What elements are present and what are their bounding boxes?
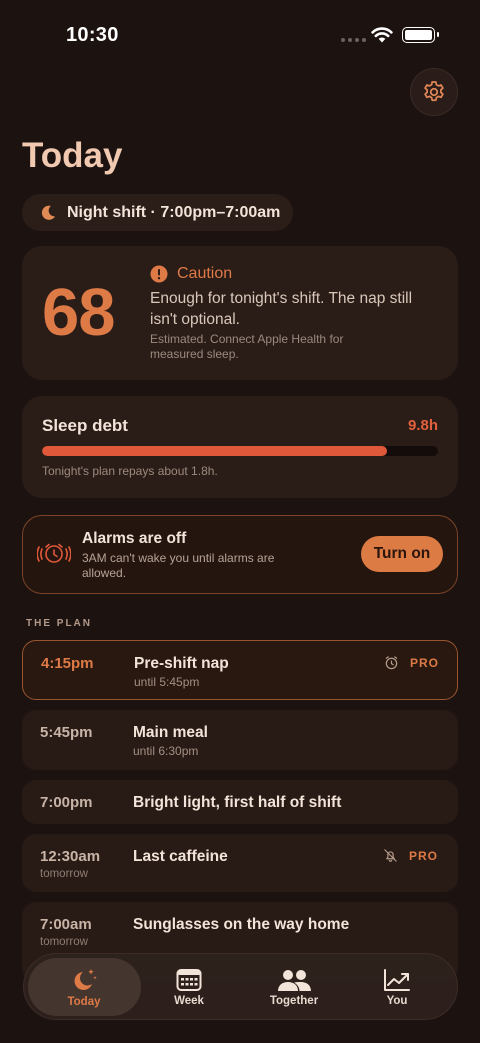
readiness-score: 68 (42, 275, 116, 350)
shift-label: Night shift · 7:00pm–7:00am (67, 203, 281, 221)
plan-item-day: tomorrow (40, 868, 88, 880)
plan-item-until: until 6:30pm (133, 744, 199, 758)
settings-button[interactable] (410, 68, 458, 116)
readiness-note: Estimated. Connect Apple Health for meas… (150, 332, 344, 361)
plan-item-title: Sunglasses on the way home (133, 916, 350, 933)
sleep-debt-value: 9.8h (407, 417, 438, 434)
plan-item-title: Pre-shift nap (134, 655, 229, 672)
moon-stars-icon (74, 969, 97, 990)
plan-item-main-meal[interactable]: 5:45pm Main meal until 6:30pm (22, 710, 458, 770)
trend-chart-icon (384, 969, 410, 991)
pro-badge: PRO (409, 849, 439, 863)
turn-on-alarms-button[interactable]: Turn on (361, 536, 443, 572)
warning-icon (150, 265, 168, 283)
tab-label: You (386, 995, 408, 1007)
plan-item-time: 4:15pm (41, 655, 94, 672)
plan-item-time: 5:45pm (40, 724, 93, 741)
wifi-icon (371, 27, 393, 43)
alarms-off-banner: Alarms are off 3AM can't wake you until … (22, 515, 458, 594)
plan-item-title: Main meal (133, 724, 208, 741)
gear-icon (424, 81, 444, 102)
readiness-message: Enough for tonight's shift. The nap stil… (150, 290, 413, 328)
alarm-clock-icon (385, 656, 398, 670)
shift-pill[interactable]: Night shift · 7:00pm–7:00am (22, 194, 293, 231)
alarms-off-description: 3AM can't wake you until alarms are allo… (82, 551, 275, 580)
plan-item-title: Last caffeine (133, 848, 228, 865)
tab-label: Today (67, 996, 101, 1008)
cellular-signal-icon (341, 38, 366, 42)
tab-week[interactable]: Week (137, 954, 241, 1021)
plan-item-time: 12:30am (40, 848, 101, 865)
tab-today[interactable]: Today (32, 954, 136, 1021)
sleep-debt-bar (42, 446, 438, 456)
status-time: 10:30 (66, 24, 119, 46)
plan-section-label: THE PLAN (26, 618, 92, 629)
tab-together[interactable]: Together (242, 954, 346, 1021)
plan-item-day: tomorrow (40, 936, 88, 948)
pro-badge: PRO (410, 656, 440, 670)
moon-icon (41, 205, 56, 220)
sleep-debt-note: Tonight's plan repays about 1.8h. (42, 464, 218, 478)
battery-icon (402, 27, 439, 43)
plan-item-title: Bright light, first half of shift (133, 794, 342, 811)
status-bar: 10:30 (0, 0, 480, 70)
plan-item-time: 7:00pm (40, 794, 93, 811)
plan-item-pre-shift-nap[interactable]: 4:15pm Pre-shift nap until 5:45pm PRO (22, 640, 458, 700)
caution-status: Caution (150, 265, 232, 283)
alarm-ringing-icon (37, 543, 71, 563)
tab-label: Week (174, 995, 204, 1007)
bell-off-icon (384, 849, 397, 862)
plan-item-last-caffeine[interactable]: 12:30am tomorrow Last caffeine PRO (22, 834, 458, 892)
plan-item-until: until 5:45pm (134, 675, 200, 689)
caution-label: Caution (177, 265, 233, 282)
sleep-debt-title: Sleep debt (42, 416, 128, 435)
page-title: Today (22, 136, 123, 175)
readiness-card[interactable]: 68 Caution Enough for tonight's shift. T… (22, 246, 458, 380)
alarms-off-title: Alarms are off (82, 530, 187, 547)
tab-bar: Today Week Together You (23, 953, 458, 1020)
sleep-debt-bar-fill (42, 446, 387, 456)
people-icon (278, 970, 311, 991)
plan-item-bright-light[interactable]: 7:00pm Bright light, first half of shift (22, 780, 458, 824)
tab-you[interactable]: You (345, 954, 449, 1021)
calendar-icon (176, 969, 202, 991)
tab-label: Together (269, 995, 319, 1007)
sleep-debt-card[interactable]: Sleep debt 9.8h Tonight's plan repays ab… (22, 396, 458, 498)
plan-item-time: 7:00am (40, 916, 92, 933)
